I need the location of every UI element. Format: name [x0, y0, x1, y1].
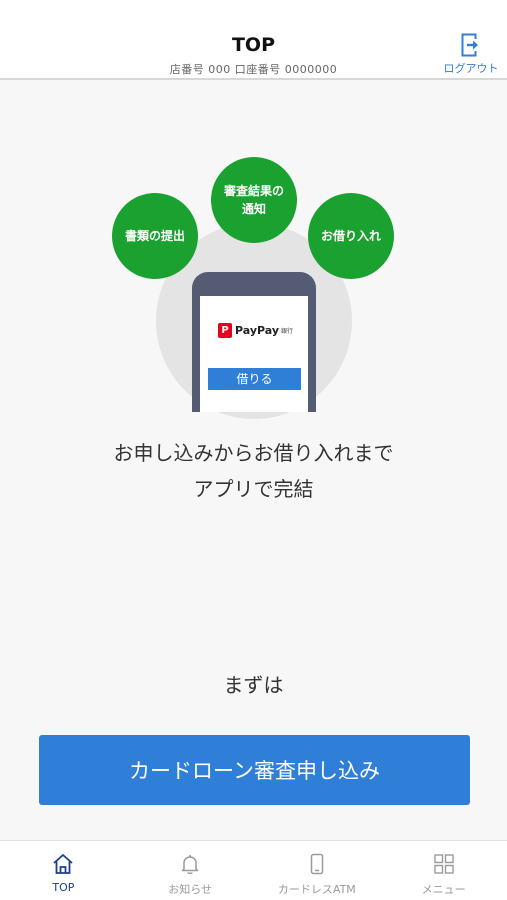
bell-icon: [181, 855, 199, 875]
bubble-borrowing: お借り入れ: [308, 193, 394, 279]
phone-screen: P PayPay 銀行 借りる: [200, 296, 308, 412]
logout-label: ログアウト: [443, 62, 499, 75]
tagline: お申し込みからお借り入れまで アプリで完結: [0, 435, 507, 507]
tab-label: お知らせ: [168, 883, 213, 896]
bubble-document-submission: 書類の提出: [112, 193, 198, 279]
tab-label: TOP: [52, 881, 75, 894]
grid-icon: [433, 854, 454, 874]
account-info: 店番号 000 口座番号 0000000: [169, 63, 338, 76]
bubble-screening-result: 審査結果の 通知: [211, 157, 297, 243]
phone-illustration: P PayPay 銀行 借りる: [192, 272, 316, 412]
page-title: TOP: [231, 34, 276, 56]
paypay-bank-logo: P PayPay 銀行: [218, 323, 293, 338]
bank-logo-text: 銀行: [281, 328, 294, 335]
card-loan-apply-button[interactable]: カードローン審査申し込み: [39, 735, 470, 805]
tab-label: メニュー: [421, 883, 466, 896]
paypay-logo-mark: P: [218, 323, 232, 338]
loan-illustration: P PayPay 銀行 借りる 書類の提出 審査結果の 通知 お借り入れ: [0, 150, 507, 419]
home-icon: [53, 854, 73, 874]
app-header: TOP 店番号 000 口座番号 0000000 ログアウト: [0, 0, 507, 80]
logout-button[interactable]: ログアウト: [441, 33, 501, 77]
logout-icon: [461, 33, 481, 57]
tagline-line-2: アプリで完結: [193, 477, 314, 501]
tab-top[interactable]: TOP: [0, 841, 127, 900]
bubble-screening-result-label: 審査結果の 通知: [223, 184, 284, 216]
smartphone-icon: [310, 853, 324, 875]
tagline-line-1: お申し込みからお借り入れまで: [113, 441, 394, 465]
tab-menu[interactable]: メニュー: [380, 841, 507, 900]
tab-notifications[interactable]: お知らせ: [127, 841, 254, 900]
tab-cardless-atm[interactable]: カードレスATM: [254, 841, 381, 900]
bottom-tab-bar: TOP お知らせ カードレスATM メニュー: [0, 840, 507, 900]
lead-text: まずは: [223, 673, 284, 697]
phone-borrow-button: 借りる: [208, 368, 301, 390]
paypay-logo-text: PayPay: [235, 324, 280, 337]
tab-label: カードレスATM: [277, 883, 356, 896]
